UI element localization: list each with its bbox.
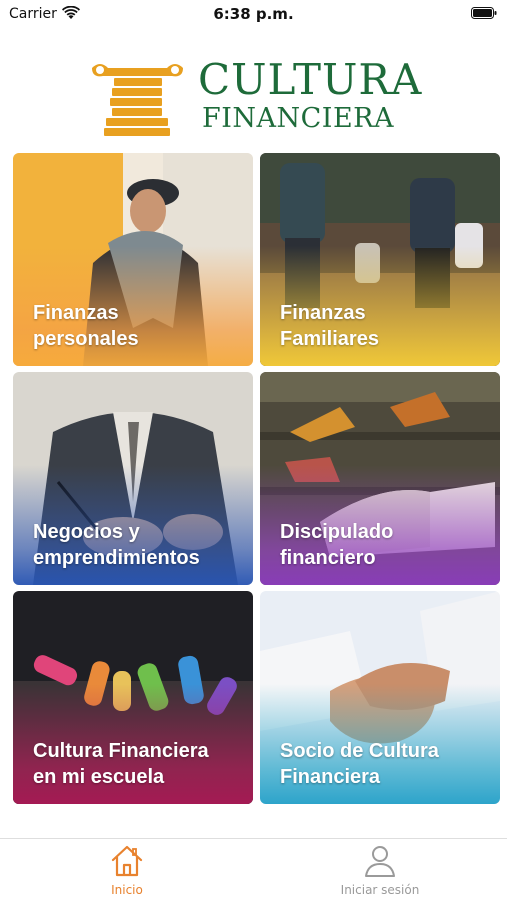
battery-icon: [471, 7, 497, 19]
tile-negocios-emprendimientos[interactable]: Negocios y emprendimientos: [13, 372, 253, 585]
tile-cultura-en-mi-escuela[interactable]: Cultura Financiera en mi escuela: [13, 591, 253, 804]
app-header: CULTURA FINANCIERA: [0, 40, 507, 150]
tile-label: Socio de Cultura Financiera: [280, 738, 490, 790]
tile-socio-cultura-financiera[interactable]: Socio de Cultura Financiera: [260, 591, 500, 804]
tile-label-line1: Finanzas: [33, 302, 119, 324]
tile-label-line2: Financiera: [280, 766, 381, 788]
brand-subtitle: FINANCIERA: [202, 103, 395, 134]
user-icon: [365, 846, 395, 877]
tab-iniciar-sesion[interactable]: Iniciar sesión: [300, 843, 460, 899]
tile-label-line2: emprendimientos: [33, 547, 200, 569]
category-grid: Finanzas personales Finanzas Familiares: [13, 153, 501, 805]
tile-label: Negocios y emprendimientos: [33, 519, 243, 571]
column-coins-icon: [92, 64, 183, 136]
tile-label-line1: Cultura Financiera: [33, 740, 209, 762]
tile-finanzas-personales[interactable]: Finanzas personales: [13, 153, 253, 366]
tile-label-line1: Negocios y: [33, 521, 140, 543]
brand-title: CULTURA: [198, 55, 423, 104]
tile-label: Cultura Financiera en mi escuela: [33, 738, 243, 790]
tile-finanzas-familiares[interactable]: Finanzas Familiares: [260, 153, 500, 366]
tile-label: Finanzas personales: [33, 300, 243, 352]
tile-discipulado-financiero[interactable]: Discipulado financiero: [260, 372, 500, 585]
tile-label: Finanzas Familiares: [280, 300, 490, 352]
tile-label: Discipulado financiero: [280, 519, 490, 571]
app-logo: CULTURA FINANCIERA: [90, 55, 423, 138]
home-icon: [111, 845, 143, 877]
tile-label-line2: financiero: [280, 547, 376, 569]
tile-label-line2: personales: [33, 328, 139, 350]
tab-bar: Inicio Iniciar sesión: [0, 838, 507, 901]
status-bar: Carrier 6:38 p.m.: [0, 0, 507, 30]
tile-label-line1: Finanzas: [280, 302, 366, 324]
tile-label-line2: en mi escuela: [33, 766, 165, 788]
tile-label-line1: Discipulado: [280, 521, 394, 543]
tab-label: Inicio: [111, 883, 143, 897]
tile-label-line1: Socio de Cultura: [280, 740, 439, 762]
tab-inicio[interactable]: Inicio: [47, 843, 207, 899]
clock: 6:38 p.m.: [213, 5, 294, 23]
tile-label-line2: Familiares: [280, 328, 379, 350]
tab-label: Iniciar sesión: [340, 883, 420, 897]
